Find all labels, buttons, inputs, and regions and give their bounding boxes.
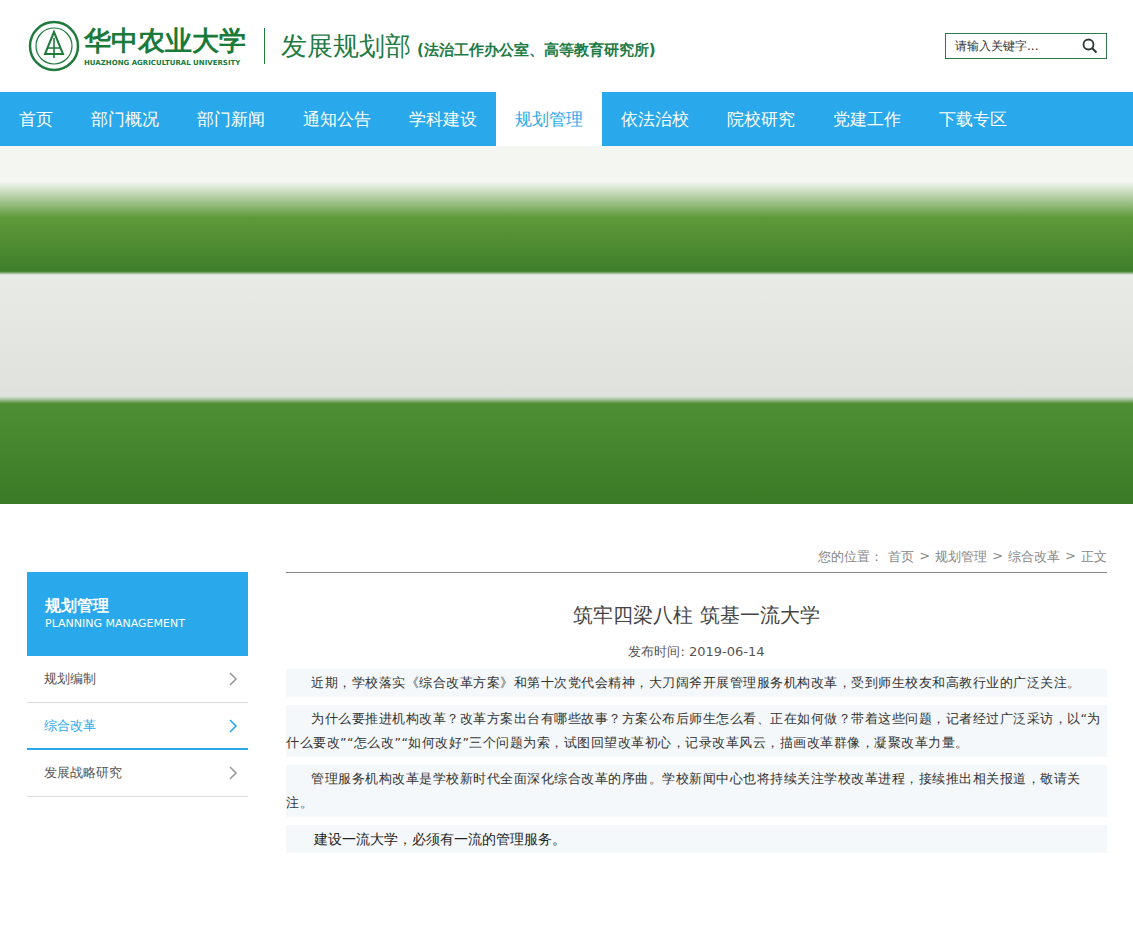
article-column: 您的位置： 首页 > 规划管理 > 综合改革 > 正文 筑牢四梁八柱 筑基一流大学 发… (286, 548, 1107, 861)
nav-item[interactable]: 学科建设 (390, 92, 496, 146)
article-paragraph: 近期，学校落实《综合改革方案》和第十次党代会精神，大刀阔斧开展管理服务机构改革，… (286, 669, 1107, 697)
article: 筑牢四梁八柱 筑基一流大学 发布时间: 2019-06-14 近期，学校落实《综… (286, 573, 1107, 861)
article-title: 筑牢四梁八柱 筑基一流大学 (286, 601, 1107, 629)
breadcrumb-separator: > (1065, 548, 1076, 563)
university-emblem-icon (28, 20, 80, 72)
breadcrumb-separator: > (992, 548, 1003, 563)
site-header: 华中农业大学 HUAZHONG AGRICULTURAL UNIVERSITY … (0, 0, 1133, 92)
department-name: 发展规划部 (281, 29, 411, 64)
department-title: 发展规划部 (法治工作办公室、高等教育研究所) (281, 29, 656, 64)
page: 华中农业大学 HUAZHONG AGRICULTURAL UNIVERSITY … (0, 0, 1133, 861)
sidebar-item[interactable]: 规划编制 (27, 656, 248, 703)
nav-item[interactable]: 下载专区 (920, 92, 1026, 146)
breadcrumb-item: 正文 (1081, 548, 1107, 566)
search-input[interactable]: 请输入关键字... (955, 38, 1038, 55)
sidebar-item[interactable]: 综合改革 (27, 703, 248, 750)
publish-date: 发布时间: 2019-06-14 (286, 643, 1107, 661)
nav-item[interactable]: 部门新闻 (178, 92, 284, 146)
breadcrumb-item[interactable]: 综合改革 (1008, 548, 1060, 566)
nav-item[interactable]: 通知公告 (284, 92, 390, 146)
breadcrumb: 您的位置： 首页 > 规划管理 > 综合改革 > 正文 (286, 548, 1107, 573)
sidebar-header: 规划管理 PLANNING MANAGEMENT (27, 572, 248, 656)
article-paragraph: 建设一流大学，必须有一流的管理服务。 (286, 825, 1107, 853)
nav-item[interactable]: 院校研究 (708, 92, 814, 146)
university-name: 华中农业大学 (84, 25, 246, 57)
breadcrumb-separator: > (919, 548, 930, 563)
breadcrumb-label: 您的位置： (818, 548, 883, 566)
breadcrumb-item[interactable]: 规划管理 (935, 548, 987, 566)
sidebar: 规划管理 PLANNING MANAGEMENT 规划编制 综合改革 发展战略研… (27, 572, 248, 861)
main-nav: 首页部门概况部门新闻通知公告学科建设规划管理依法治校院校研究党建工作下载专区 (0, 92, 1133, 146)
article-paragraph: 为什么要推进机构改革？改革方案出台有哪些故事？方案公布后师生怎么看、正在如何做？… (286, 705, 1107, 757)
sidebar-title: 规划管理 (45, 596, 230, 616)
breadcrumb-item[interactable]: 首页 (888, 548, 914, 566)
chevron-right-icon (228, 765, 238, 781)
article-paragraph: 管理服务机构改革是学校新时代全面深化综合改革的序曲。学校新闻中心也将持续关注学校… (286, 765, 1107, 817)
nav-item[interactable]: 部门概况 (72, 92, 178, 146)
sidebar-item[interactable]: 发展战略研究 (27, 750, 248, 797)
chevron-right-icon (228, 671, 238, 687)
sidebar-subtitle: PLANNING MANAGEMENT (45, 616, 230, 632)
header-divider (264, 28, 265, 64)
department-subtitle: (法治工作办公室、高等教育研究所) (417, 41, 656, 60)
banner-photo (0, 146, 1133, 504)
university-english-name: HUAZHONG AGRICULTURAL UNIVERSITY (84, 59, 246, 67)
brand[interactable]: 华中农业大学 HUAZHONG AGRICULTURAL UNIVERSITY (28, 20, 246, 72)
nav-item[interactable]: 规划管理 (496, 92, 602, 146)
chevron-right-icon (228, 718, 238, 734)
nav-item[interactable]: 依法治校 (602, 92, 708, 146)
search-icon[interactable] (1082, 38, 1098, 54)
nav-item[interactable]: 党建工作 (814, 92, 920, 146)
search-box[interactable]: 请输入关键字... (945, 33, 1107, 59)
nav-item[interactable]: 首页 (0, 92, 72, 146)
content: 规划管理 PLANNING MANAGEMENT 规划编制 综合改革 发展战略研… (0, 504, 1133, 861)
